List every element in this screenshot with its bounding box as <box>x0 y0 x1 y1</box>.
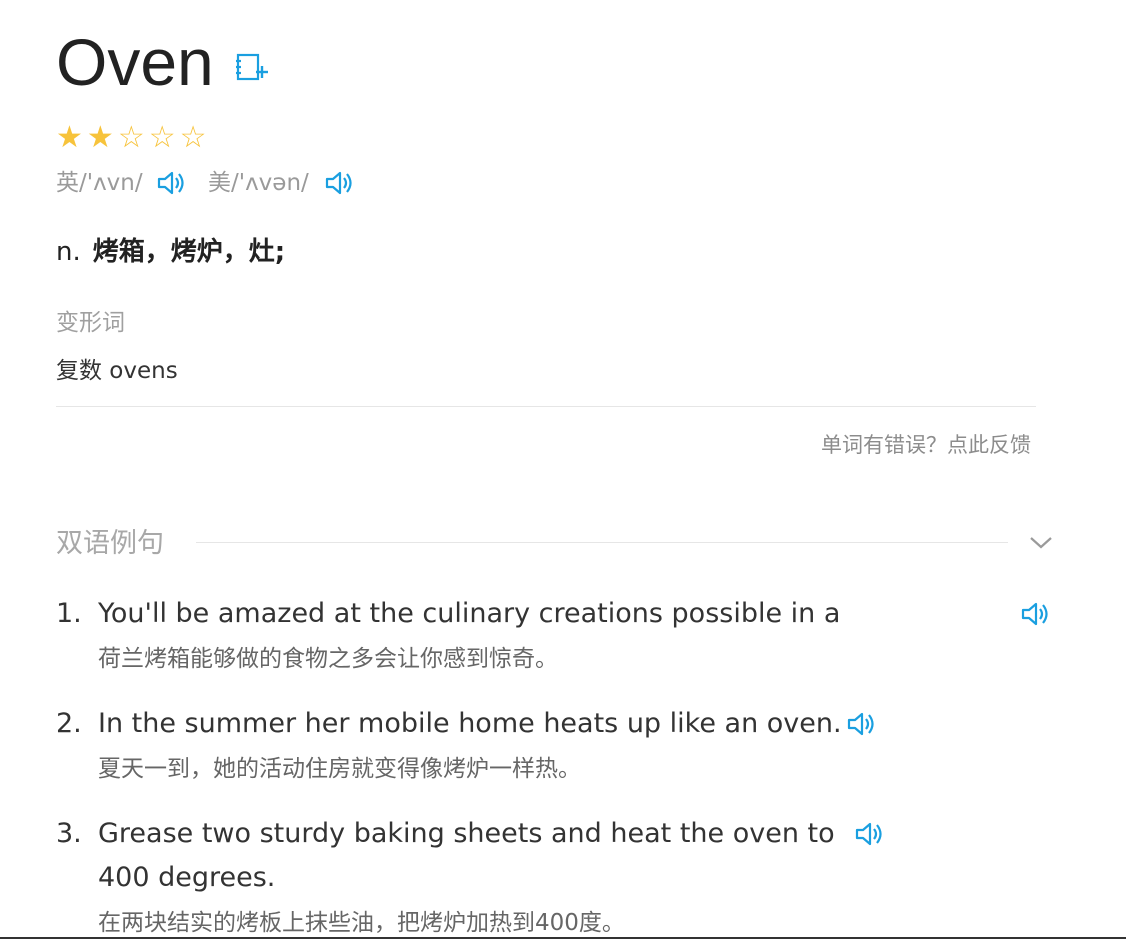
example-english: In the summer her mobile home heats up l… <box>98 708 842 739</box>
star-outline-icon: ☆ <box>179 120 211 155</box>
star-icon: ★ <box>86 120 118 155</box>
example-chinese: 在两块结实的烤板上抹些油，把烤炉加热到400度。 <box>98 910 625 936</box>
window-bottom-edge <box>0 937 1126 939</box>
example-chinese: 荷兰烤箱能够做的食物之多会让你感到惊奇。 <box>98 646 558 672</box>
definition-meaning: 烤箱，烤炉，灶; <box>92 237 286 267</box>
example-item: 1. You'll be amazed at the culinary crea… <box>56 592 956 682</box>
definition: n. 烤箱，烤炉，灶; <box>56 232 285 272</box>
word-forms-value: 复数 ovens <box>56 358 178 384</box>
example-english: You'll be amazed at the culinary creatio… <box>98 598 841 629</box>
speaker-icon[interactable] <box>324 169 354 197</box>
add-to-wordbook-icon[interactable] <box>236 52 270 82</box>
star-outline-icon: ☆ <box>117 120 149 155</box>
pronunciation-uk: 英/'ʌvn/ <box>56 166 143 200</box>
rating-stars: ★★☆☆☆ <box>56 120 211 156</box>
pron-ipa: /'ʌvən/ <box>231 170 309 196</box>
divider <box>56 406 1036 407</box>
feedback-link[interactable]: 单词有错误？点此反馈 <box>821 428 1031 462</box>
part-of-speech: n. <box>56 237 81 267</box>
example-number: 1. <box>56 598 82 629</box>
chevron-down-icon[interactable] <box>1028 532 1054 552</box>
star-icon: ★ <box>56 120 87 155</box>
pron-label: 美 <box>208 170 231 196</box>
pronunciation-us: 美/'ʌvən/ <box>208 166 309 200</box>
speaker-icon[interactable] <box>1020 600 1050 628</box>
speaker-icon[interactable] <box>156 169 186 197</box>
word-forms-label: 变形词 <box>56 310 125 336</box>
example-item: 3. Grease two sturdy baking sheets and h… <box>56 812 956 938</box>
example-number: 3. <box>56 818 82 849</box>
examples-section-title: 双语例句 <box>56 528 164 559</box>
speaker-icon[interactable] <box>854 820 884 848</box>
pron-ipa: /'ʌvn/ <box>79 170 143 196</box>
example-item: 2. In the summer her mobile home heats u… <box>56 702 956 792</box>
pron-label: 英 <box>56 170 79 196</box>
example-english: Grease two sturdy baking sheets and heat… <box>98 818 835 849</box>
example-chinese: 夏天一到，她的活动住房就变得像烤炉一样热。 <box>98 756 581 782</box>
word-title: Oven <box>56 25 214 99</box>
example-english-cont: 400 degrees. <box>98 862 276 893</box>
section-divider <box>196 542 1008 543</box>
example-number: 2. <box>56 708 82 739</box>
speaker-icon[interactable] <box>846 710 876 738</box>
star-outline-icon: ☆ <box>148 120 180 155</box>
